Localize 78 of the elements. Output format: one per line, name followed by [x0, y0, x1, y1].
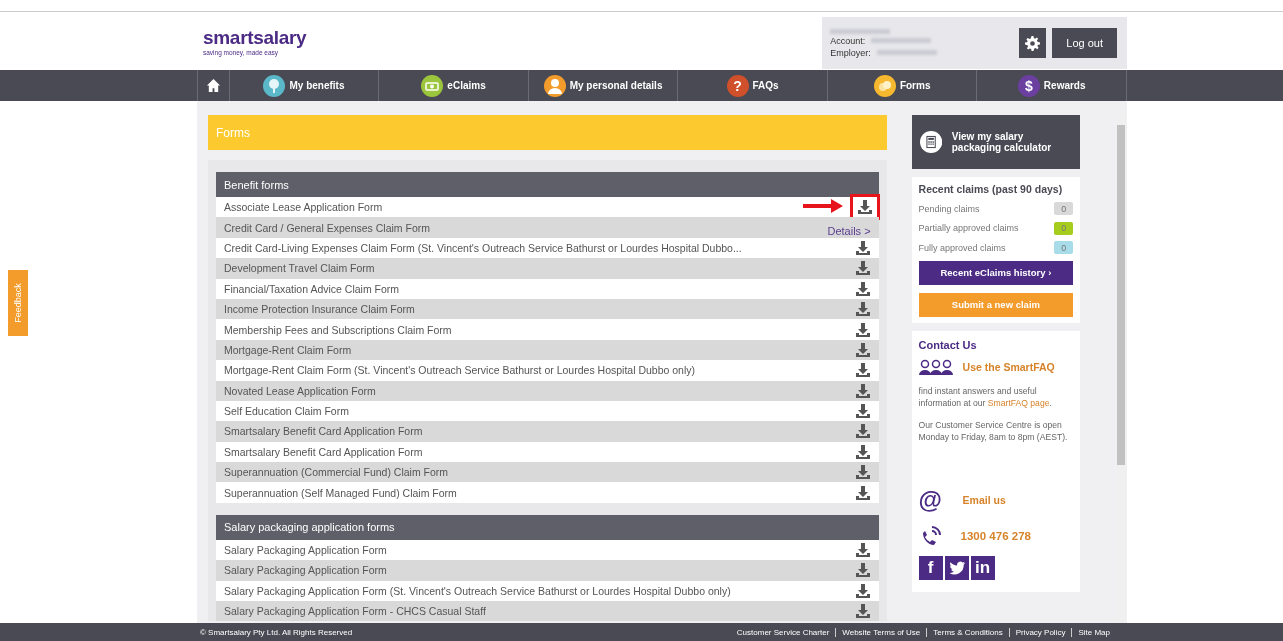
claim-label: Pending claims — [918, 203, 980, 214]
home-icon — [205, 78, 221, 93]
linkedin-icon[interactable]: in — [970, 555, 995, 580]
blurred-text — [830, 28, 891, 34]
download-icon[interactable] — [854, 464, 871, 481]
form-name: Smartsalary Benefit Card Application Form — [224, 425, 423, 438]
blurred-text — [876, 50, 937, 55]
download-icon[interactable] — [854, 484, 871, 501]
download-icon[interactable] — [854, 239, 871, 256]
settings-button[interactable] — [1019, 28, 1047, 58]
download-icon[interactable] — [854, 603, 871, 620]
form-name: Mortgage-Rent Claim Form (St. Vincent's Outreach Service Bathurst or Lourdes Hospital Dubbo only) — [224, 364, 695, 377]
form-name: Credit Card / General Expenses Claim Form — [224, 221, 430, 234]
account-label: Account: — [830, 35, 866, 46]
download-icon[interactable] — [854, 403, 871, 420]
count-badge: 0 — [1054, 202, 1074, 216]
form-name: Development Travel Claim Form — [224, 262, 375, 275]
email-icon: @ — [918, 485, 945, 514]
form-name: Superannuation (Commercial Fund) Claim Form — [224, 466, 449, 479]
blurred-text — [871, 38, 932, 43]
card-title: Recent claims (past 90 days) — [918, 183, 1064, 195]
form-name: Superannuation (Self Managed Fund) Claim Form — [224, 486, 457, 499]
download-icon[interactable] — [854, 362, 871, 379]
download-icon[interactable] — [854, 582, 871, 599]
page-title: Forms — [208, 115, 887, 150]
faq-text: find instant answers and useful information at our SmartFAQ page. — [918, 384, 1053, 409]
download-icon[interactable] — [854, 260, 871, 277]
settings-icon — [1025, 35, 1041, 51]
facebook-icon[interactable]: f — [918, 555, 943, 580]
details-link[interactable]: Details > — [827, 224, 871, 238]
download-icon[interactable] — [854, 443, 871, 460]
download-icon[interactable] — [854, 341, 871, 358]
footer-link[interactable]: Customer Service Charter — [730, 627, 836, 637]
arrow-annotation — [802, 199, 843, 213]
footer-link[interactable]: Privacy Policy — [1008, 627, 1072, 637]
form-name: Membership Fees and Subscriptions Claim Form — [224, 323, 452, 336]
form-name: Associate Lease Application Form — [224, 201, 383, 214]
card-title: Contact Us — [918, 338, 978, 351]
download-icon[interactable] — [854, 562, 871, 579]
form-name: Income Protection Insurance Claim Form — [224, 303, 415, 316]
download-icon[interactable] — [854, 382, 871, 399]
download-icon[interactable] — [854, 301, 871, 318]
download-icon[interactable] — [854, 542, 871, 559]
form-name: Salary Packaging Application Form (St. Vincent's Outreach Service Bathurst or Lourdes Hospital Dubbo only) — [224, 584, 731, 597]
question-icon: ? — [726, 74, 749, 97]
form-name: Smartsalary Benefit Card Application Form — [224, 445, 423, 458]
footer-link[interactable]: Website Terms of Use — [835, 627, 927, 637]
logo[interactable]: smartsalary — [203, 26, 307, 49]
hours-text: Our Customer Service Centre is open Monday to Friday, 8am to 8pm (AEST). — [918, 419, 1069, 444]
dollar-icon: $ — [1017, 74, 1040, 97]
people-icon — [918, 358, 953, 375]
history-button[interactable]: Recent eClaims history › — [918, 260, 1074, 285]
download-icon[interactable] — [854, 321, 871, 338]
logout-button[interactable]: Log out — [1052, 28, 1117, 58]
form-name: Salary Packaging Application Form — [224, 564, 387, 577]
footer-link[interactable]: Site Map — [1071, 627, 1116, 637]
footer-link[interactable]: Terms & Conditions — [926, 627, 1009, 637]
form-name: Salary Packaging Application Form - CHCS Casual Staff — [224, 605, 486, 618]
claim-label: Partially approved claims — [918, 223, 1019, 234]
count-badge: 0 — [1054, 221, 1074, 235]
phone-number: 1300 476 278 — [960, 529, 1031, 542]
form-name: Financial/Taxation Advice Claim Form — [224, 282, 400, 295]
section-header: Salary packaging application forms — [216, 514, 879, 540]
section-header: Benefit forms — [216, 172, 879, 197]
form-name: Self Education Claim Form — [224, 405, 349, 418]
claim-label: Fully approved claims — [918, 242, 1006, 253]
form-name: Novated Lease Application Form — [224, 384, 376, 397]
form-name: Credit Card-Living Expenses Claim Form (St. Vincent's Outreach Service Bathurst or Lourdes Hospital Dubbo... — [224, 241, 742, 254]
form-name: Salary Packaging Application Form — [224, 544, 387, 557]
form-name: Mortgage-Rent Claim Form — [224, 343, 352, 356]
twitter-icon[interactable] — [944, 555, 969, 580]
download-icon[interactable] — [854, 280, 871, 297]
copyright: © Smartsalary Pty Ltd. All Rights Reserved — [200, 627, 353, 637]
download-icon[interactable] — [854, 423, 871, 440]
account-label: Employer: — [830, 47, 871, 58]
count-badge: 0 — [1054, 241, 1074, 255]
calculator-button[interactable]: View my salary packaging calculator — [911, 115, 1081, 169]
download-icon[interactable] — [856, 199, 873, 216]
